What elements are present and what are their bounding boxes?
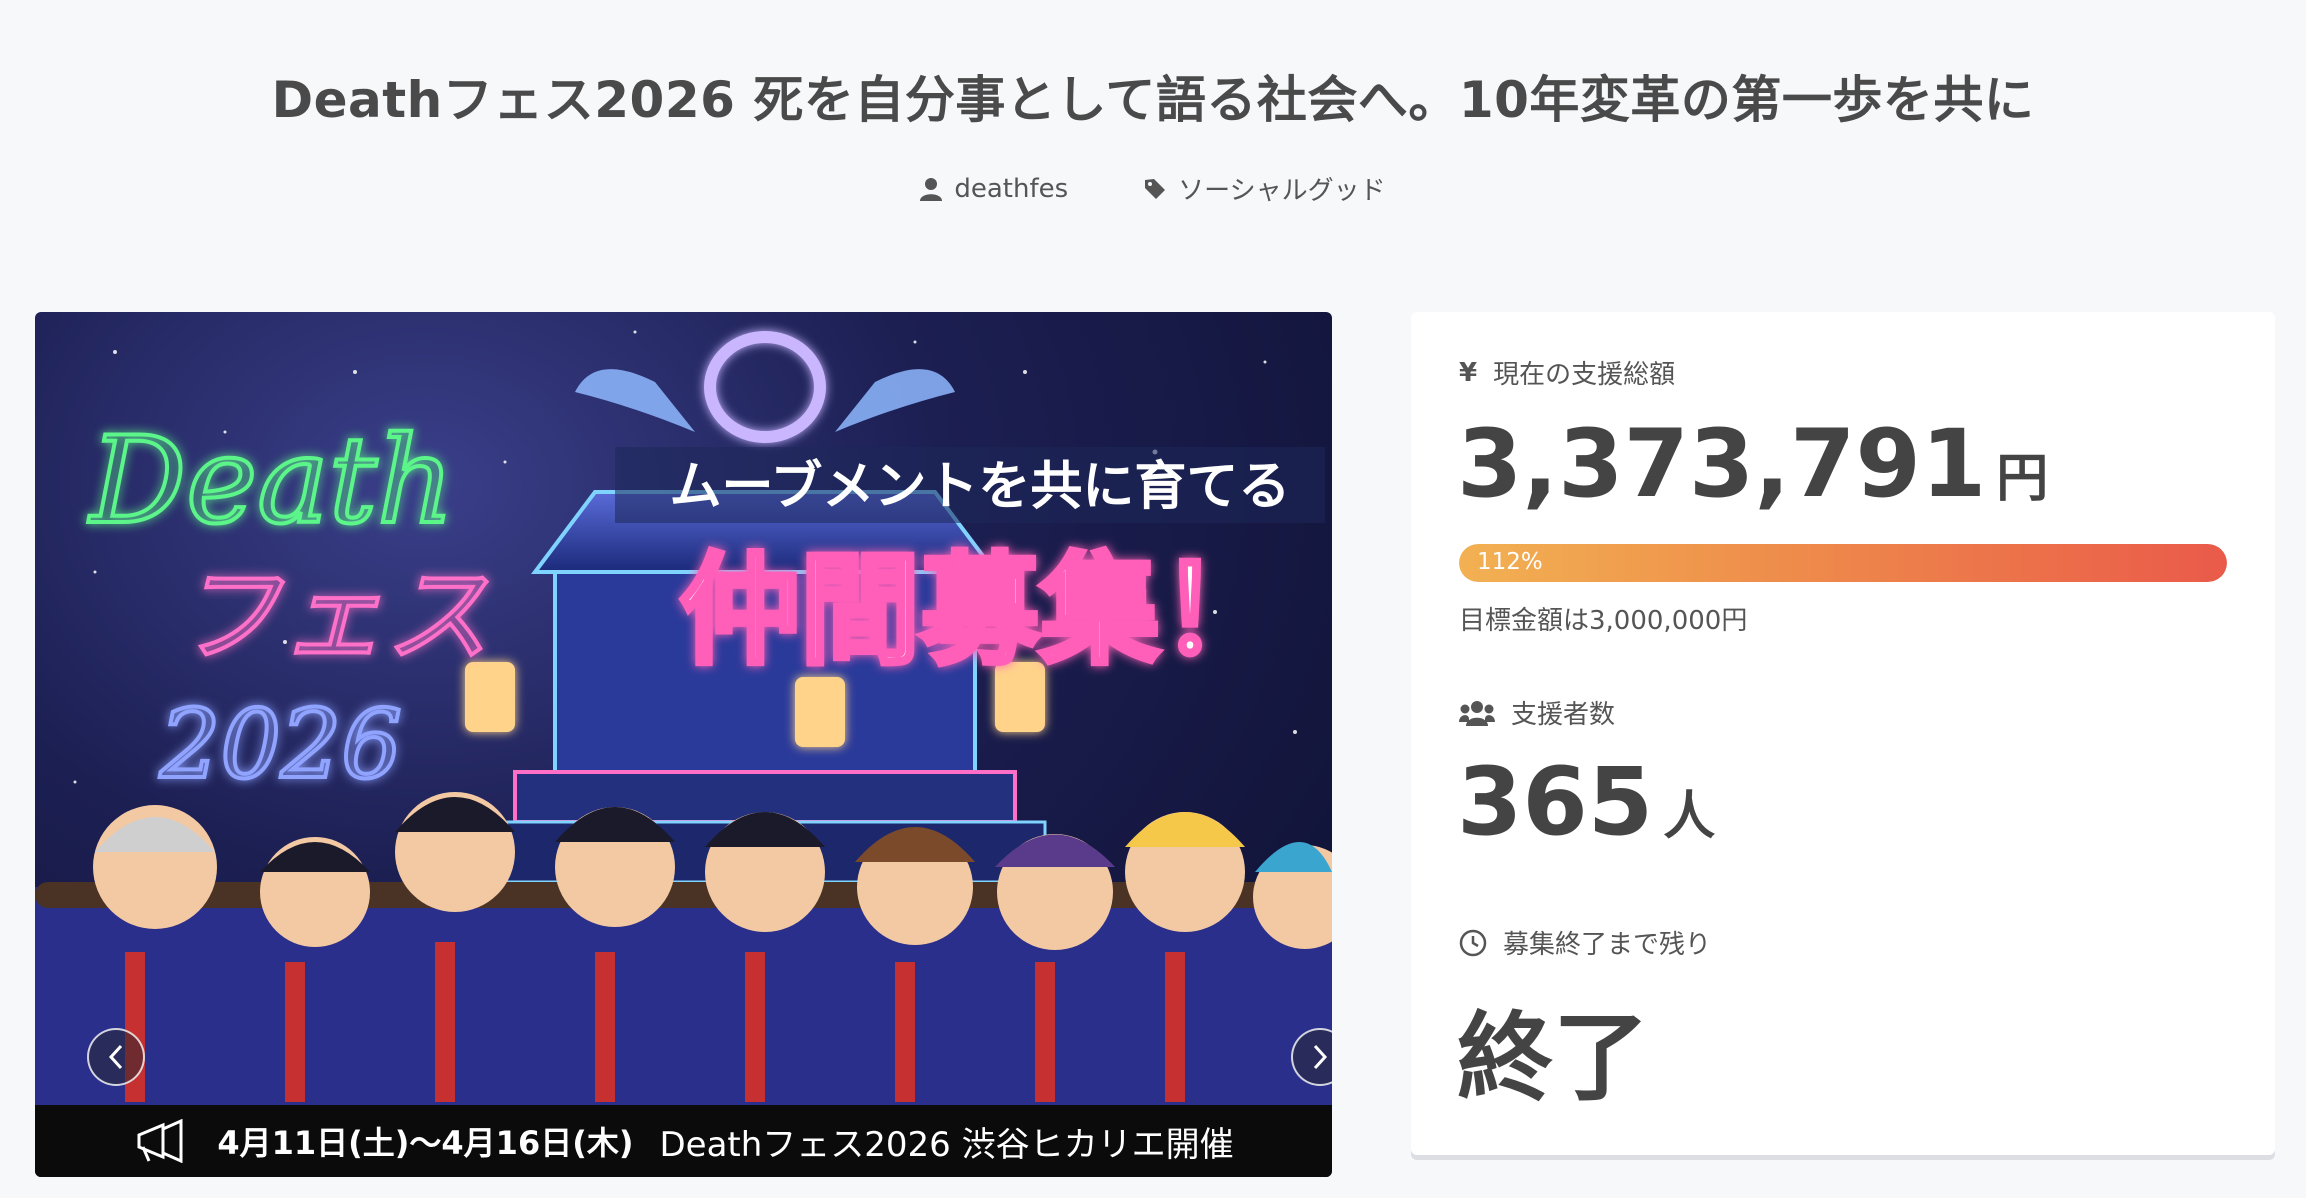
hero-image: Death フェス 2026 ムーブメントを共に育てる 仲間募集！ 4月11日(… bbox=[35, 312, 1332, 1177]
goal-amount: 目標金額は3,000,000円 bbox=[1459, 606, 1748, 636]
tag-icon bbox=[1145, 178, 1166, 199]
supporters-unit: 人 bbox=[1663, 787, 1716, 847]
project-page: Deathフェス2026 死を自分事として語る社会へ。10年変革の第一歩を共に … bbox=[0, 0, 2306, 1198]
logo-year: 2026 bbox=[159, 690, 402, 800]
logo-death: Death bbox=[88, 412, 454, 551]
progress-fill bbox=[1459, 544, 2227, 582]
page-title: Deathフェス2026 死を自分事として語る社会へ。10年変革の第一歩を共に bbox=[271, 71, 2035, 129]
event-venue: Deathフェス2026 渋谷ヒカリエ開催 bbox=[659, 1124, 1234, 1165]
carousel-prev-button[interactable] bbox=[87, 1028, 145, 1086]
chevron-left-icon bbox=[108, 1044, 123, 1070]
hero-illustration: Death フェス 2026 ムーブメントを共に育てる 仲間募集！ bbox=[35, 330, 1332, 1107]
category-link[interactable]: ソーシャルグッド bbox=[1144, 170, 1386, 207]
progress-percent: 112% bbox=[1477, 549, 1543, 575]
funding-panel: ¥ 現在の支援総額 3,373,791 円 112% 目標金額は3,000,000… bbox=[1411, 312, 2275, 1155]
event-dates: 4月11日(土)〜4月16日(木) bbox=[217, 1124, 634, 1162]
supporters-label: 支援者数 bbox=[1511, 700, 1616, 730]
author-name: deathfes bbox=[954, 173, 1069, 204]
amount-label: 現在の支援総額 bbox=[1493, 360, 1676, 390]
amount-value: 3,373,791 bbox=[1457, 410, 1987, 519]
amount-label-row: ¥ 現在の支援総額 bbox=[1459, 354, 1675, 391]
users-icon bbox=[1459, 700, 1495, 726]
neon-logo: Death フェス 2026 bbox=[86, 410, 492, 802]
megaphone-icon bbox=[137, 1119, 183, 1163]
user-icon bbox=[920, 177, 943, 201]
event-banner: 4月11日(土)〜4月16日(木) Deathフェス2026 渋谷ヒカリエ開催 bbox=[35, 1105, 1332, 1177]
headline-sub: ムーブメントを共に育てる bbox=[670, 457, 1291, 517]
headline-main: 仲間募集！ bbox=[680, 542, 1280, 681]
supporters-value: 365 bbox=[1457, 748, 1654, 857]
amount-unit: 円 bbox=[1996, 449, 2049, 509]
author-link[interactable]: deathfes bbox=[920, 170, 1068, 207]
chevron-right-icon bbox=[1313, 1044, 1328, 1070]
category-name: ソーシャルグッド bbox=[1178, 176, 1386, 206]
amount-display: 3,373,791 円 bbox=[1457, 410, 2048, 519]
clock-icon bbox=[1459, 929, 1487, 956]
supporters-display: 365 人 bbox=[1457, 748, 1715, 857]
logo-fes: フェス bbox=[175, 555, 490, 677]
remaining-label-row: 募集終了まで残り bbox=[1459, 924, 1711, 961]
hero-headline: ムーブメントを共に育てる 仲間募集！ bbox=[615, 447, 1325, 684]
remaining-value: 終了 bbox=[1457, 1002, 1649, 1114]
remaining-label: 募集終了まで残り bbox=[1503, 930, 1712, 960]
funding-progress-bar: 112% bbox=[1459, 544, 2227, 582]
supporters-label-row: 支援者数 bbox=[1459, 694, 1615, 731]
yen-icon: ¥ bbox=[1459, 357, 1478, 388]
project-meta: deathfes ソーシャルグッド bbox=[0, 170, 2306, 207]
